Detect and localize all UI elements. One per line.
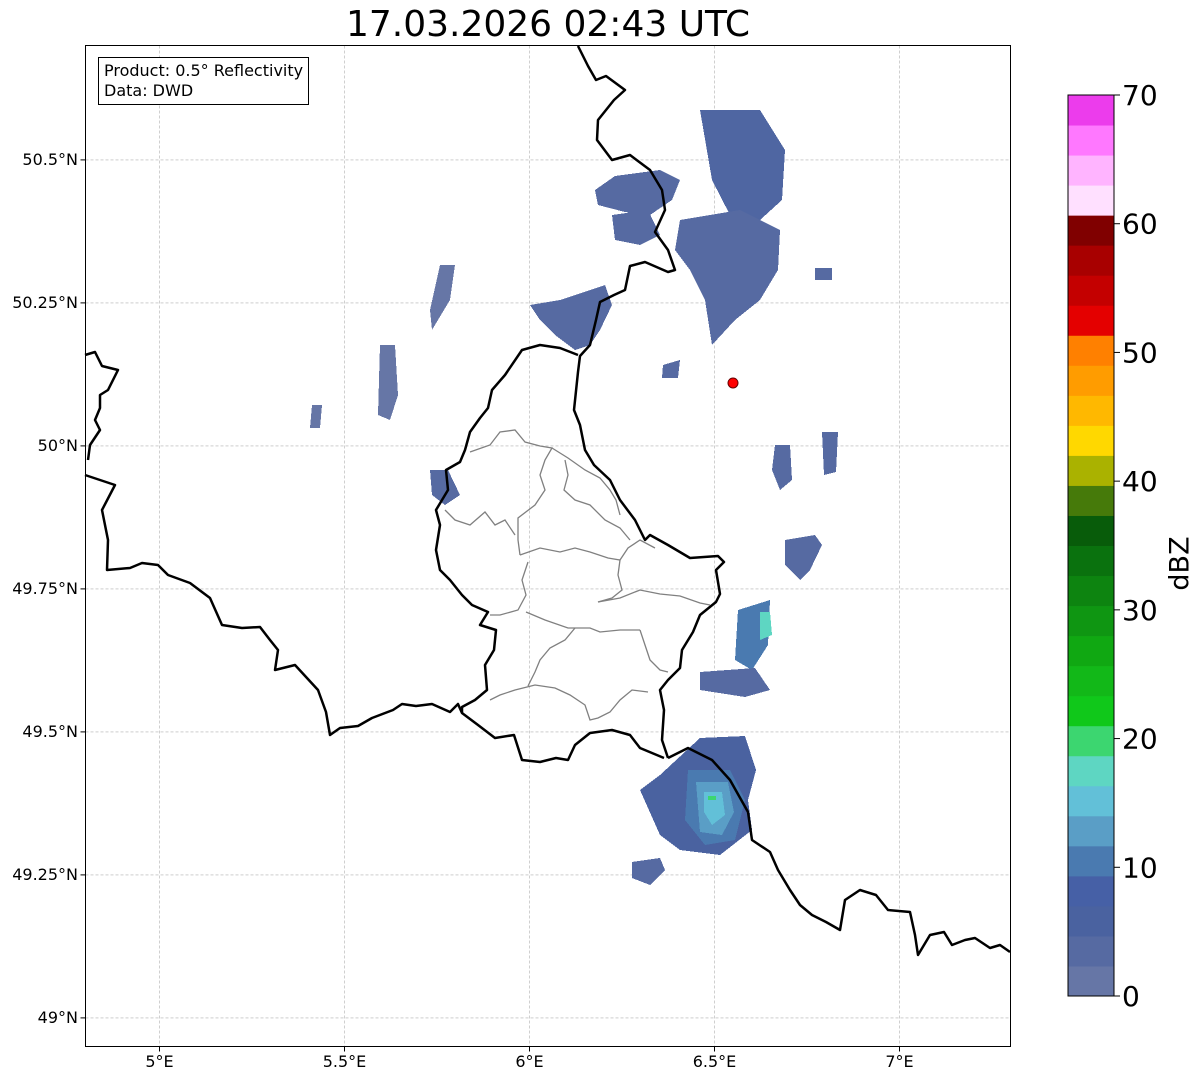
colorbar-segment: [1068, 695, 1114, 727]
lat-tick-label: 50.25°N: [12, 292, 78, 312]
echo-cell: [822, 432, 838, 475]
echo-cell: [430, 470, 460, 505]
gridlines: [85, 45, 1011, 1047]
colorbar-segment: [1068, 245, 1114, 276]
colorbar-segment: [1068, 215, 1114, 246]
district-line: [469, 429, 554, 556]
echo-cell: [815, 268, 832, 280]
colorbar-segment: [1068, 545, 1114, 577]
echo-cell: [675, 210, 780, 345]
echo-cell: [760, 612, 772, 640]
radar-site-marker: [727, 377, 739, 389]
lon-tick-label: 7°E: [885, 1051, 914, 1071]
colorbar-segment: [1068, 725, 1114, 757]
colorbar-segment: [1068, 935, 1114, 967]
map-frame: [85, 45, 1011, 1047]
colorbar-tick-label: 10: [1122, 851, 1158, 884]
colorbar-segment: [1068, 875, 1114, 907]
info-box: Product: 0.5° Reflectivity Data: DWD: [98, 57, 310, 105]
colorbar-tick-label: 70: [1122, 79, 1158, 112]
colorbar-segment: [1068, 575, 1114, 607]
colorbar-segment: [1068, 965, 1114, 997]
colorbar-segment: [1068, 95, 1114, 126]
colorbar-segment: [1068, 185, 1114, 216]
lon-tick-label: 6.5°E: [692, 1051, 737, 1071]
data-source-label: Data: DWD: [104, 81, 194, 100]
colorbar-segment: [1068, 395, 1114, 426]
colorbar-segment: [1068, 155, 1114, 186]
border-line: [84, 350, 120, 461]
colorbar-segment: [1068, 635, 1114, 667]
colorbar-segment: [1068, 365, 1114, 396]
colorbar-segment: [1068, 335, 1114, 366]
district-line: [519, 539, 656, 561]
colorbar-segment: [1068, 845, 1114, 877]
colorbar-segment: [1068, 275, 1114, 306]
border-line: [572, 45, 726, 759]
colorbar-segment: [1068, 665, 1114, 697]
colorbar-label: dBZ: [1164, 536, 1196, 591]
lon-tick-label: 5°E: [145, 1051, 174, 1071]
colorbar-tick-label: 20: [1122, 723, 1158, 756]
echo-cell: [785, 535, 822, 580]
colorbar-segment: [1068, 905, 1114, 937]
colorbar-segment: [1068, 305, 1114, 336]
lon-tick-label: 5.5°E: [322, 1051, 367, 1071]
district-line: [527, 627, 576, 687]
district-line: [597, 589, 711, 606]
echo-cell: [700, 110, 785, 220]
colorbar-tick-label: 30: [1122, 594, 1158, 627]
product-label: Product: 0.5° Reflectivity: [104, 61, 304, 80]
radar-map: 0 10 20 30 40 50 60 70: [80, 45, 1158, 1052]
colorbar-segment: [1068, 605, 1114, 637]
echo-cell: [530, 285, 612, 350]
country-borders: [84, 45, 1011, 957]
colorbar-segment: [1068, 755, 1114, 787]
colorbar-segment: [1068, 485, 1114, 516]
lat-tick-label: 49.75°N: [12, 578, 78, 598]
echo-cell: [430, 265, 455, 330]
district-line: [444, 509, 516, 536]
colorbar-segment: [1068, 785, 1114, 817]
echo-cell: [612, 210, 660, 245]
district-line: [597, 559, 623, 603]
border-line: [434, 343, 579, 713]
colorbar-tick-label: 60: [1122, 208, 1158, 241]
colorbar-segment: [1068, 425, 1114, 456]
colorbar-tick-label: 0: [1122, 980, 1140, 1013]
colorbar-segment: [1068, 815, 1114, 847]
colorbar-segment: [1068, 125, 1114, 156]
lat-tick-label: 49°N: [37, 1007, 78, 1027]
colorbar-segment: [1068, 515, 1114, 546]
colorbar-tick-label: 40: [1122, 465, 1158, 498]
echo-cell: [310, 405, 322, 428]
echo-cell: [662, 360, 680, 378]
lat-tick-label: 49.25°N: [12, 864, 78, 884]
district-line: [489, 684, 649, 721]
echo-core: [708, 796, 716, 800]
colorbar: 0 10 20 30 40 50 60 70: [1067, 79, 1158, 1013]
district-line: [525, 611, 640, 633]
lon-tick-label: 6°E: [515, 1051, 544, 1071]
axis-ticks: [80, 159, 900, 1052]
border-line: [84, 473, 665, 764]
echo-cell: [378, 345, 398, 420]
lat-tick-label: 50.5°N: [22, 149, 78, 169]
district-line: [639, 629, 669, 673]
echo-cell: [632, 858, 665, 885]
echo-cell: [700, 668, 770, 697]
colorbar-tick-label: 50: [1122, 336, 1158, 369]
colorbar-segment: [1068, 455, 1114, 486]
echo-cell: [772, 445, 792, 490]
lat-tick-label: 50°N: [37, 435, 78, 455]
radar-echoes: [310, 110, 838, 885]
echo-cell: [595, 170, 680, 215]
district-line: [490, 561, 529, 616]
lat-tick-label: 49.5°N: [22, 721, 78, 741]
